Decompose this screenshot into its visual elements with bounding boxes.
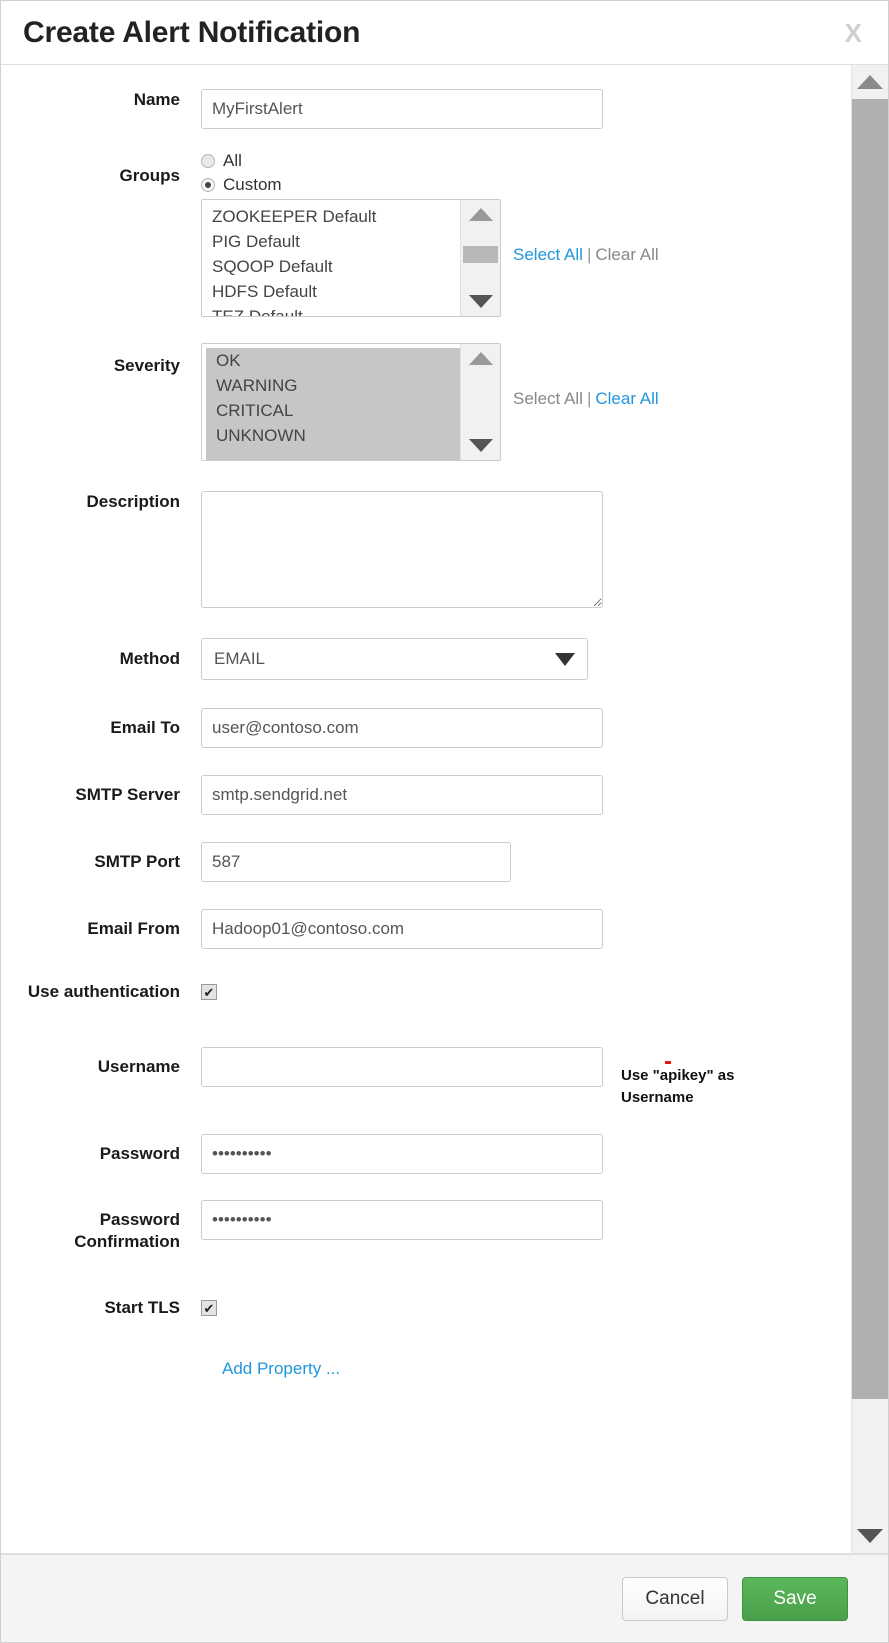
severity-listbox[interactable]: OK WARNING CRITICAL UNKNOWN: [201, 343, 501, 461]
field-row-email-to: Email To: [1, 708, 851, 748]
field-row-description: Description: [1, 491, 851, 608]
list-item[interactable]: ZOOKEEPER Default: [202, 204, 460, 229]
name-input[interactable]: [201, 89, 603, 129]
cancel-button[interactable]: Cancel: [622, 1577, 728, 1621]
password-confirmation-input[interactable]: [201, 1200, 603, 1240]
radio-groups-all[interactable]: All: [201, 151, 242, 171]
list-item[interactable]: CRITICAL: [206, 398, 460, 423]
field-row-use-authentication: Use authentication ✔: [1, 981, 851, 1003]
field-row-email-from: Email From: [1, 909, 851, 949]
scroll-up-arrow-icon[interactable]: [469, 208, 493, 221]
username-input[interactable]: [201, 1047, 603, 1087]
scroll-down-arrow-icon[interactable]: [469, 439, 493, 452]
field-row-username: Username Use "apikey" as Username: [1, 1047, 851, 1109]
method-selected-value: EMAIL: [214, 649, 265, 669]
label-email-to: Email To: [1, 708, 201, 739]
annotation-marker-icon: [665, 1061, 671, 1064]
smtp-port-input[interactable]: [201, 842, 511, 882]
severity-select-clear: Select All|Clear All: [513, 343, 659, 409]
groups-list-scrollbar[interactable]: [460, 200, 500, 316]
field-row-method: Method EMAIL: [1, 638, 851, 680]
password-input[interactable]: [201, 1134, 603, 1174]
email-from-input[interactable]: [201, 909, 603, 949]
username-annotation: Use "apikey" as Username: [621, 1047, 771, 1109]
field-row-start-tls: Start TLS ✔: [1, 1297, 851, 1319]
chevron-down-icon[interactable]: [555, 653, 575, 666]
scroll-down-arrow-icon[interactable]: [469, 295, 493, 308]
close-icon[interactable]: X: [841, 20, 866, 46]
radio-groups-custom[interactable]: Custom: [201, 175, 282, 195]
field-row-smtp-port: SMTP Port: [1, 842, 851, 882]
radio-all-label: All: [223, 151, 242, 171]
label-groups: Groups: [1, 151, 201, 187]
field-row-severity: Severity OK WARNING CRITICAL UNKNOWN: [1, 343, 851, 461]
scroll-thumb[interactable]: [463, 246, 498, 263]
groups-link-separator: |: [587, 245, 591, 264]
label-smtp-server: SMTP Server: [1, 775, 201, 806]
groups-select-clear: Select All|Clear All: [513, 199, 659, 265]
scroll-thumb[interactable]: [852, 99, 888, 1399]
scroll-up-button[interactable]: [852, 65, 888, 99]
radio-custom-icon[interactable]: [201, 178, 215, 192]
list-item[interactable]: SQOOP Default: [202, 254, 460, 279]
severity-list-items: OK WARNING CRITICAL UNKNOWN: [206, 348, 460, 460]
severity-clear-all-link[interactable]: Clear All: [595, 389, 658, 408]
dialog-footer: Cancel Save: [1, 1554, 888, 1642]
dialog-title: Create Alert Notification: [23, 18, 841, 48]
start-tls-checkbox[interactable]: ✔: [201, 1300, 217, 1316]
create-alert-notification-dialog: Create Alert Notification X Name Groups …: [0, 0, 889, 1643]
groups-select-all-link[interactable]: Select All: [513, 245, 583, 264]
label-smtp-port: SMTP Port: [1, 842, 201, 873]
add-property-link[interactable]: Add Property ...: [222, 1359, 340, 1379]
label-email-from: Email From: [1, 909, 201, 940]
scroll-down-arrow-icon: [857, 1529, 883, 1543]
radio-all-icon[interactable]: [201, 154, 215, 168]
label-method: Method: [1, 638, 201, 670]
list-item[interactable]: TEZ Default: [202, 304, 460, 316]
save-button[interactable]: Save: [742, 1577, 848, 1621]
label-username: Username: [1, 1047, 201, 1078]
list-item[interactable]: OK: [206, 348, 460, 373]
label-name: Name: [1, 89, 201, 111]
method-select[interactable]: EMAIL: [201, 638, 588, 680]
description-textarea[interactable]: [201, 491, 603, 608]
dialog-vertical-scrollbar[interactable]: [851, 65, 888, 1553]
severity-select-all-link[interactable]: Select All: [513, 389, 583, 408]
scroll-up-arrow-icon[interactable]: [469, 352, 493, 365]
list-item[interactable]: HDFS Default: [202, 279, 460, 304]
groups-listbox[interactable]: ZOOKEEPER Default PIG Default SQOOP Defa…: [201, 199, 501, 317]
severity-list-scrollbar[interactable]: [460, 344, 500, 460]
label-start-tls: Start TLS: [1, 1297, 201, 1319]
field-row-password: Password: [1, 1134, 851, 1174]
field-row-smtp-server: SMTP Server: [1, 775, 851, 815]
groups-clear-all-link[interactable]: Clear All: [595, 245, 658, 264]
field-row-name: Name: [1, 89, 851, 129]
smtp-server-input[interactable]: [201, 775, 603, 815]
field-row-password-confirmation: Password Confirmation: [1, 1200, 851, 1253]
groups-list-items: ZOOKEEPER Default PIG Default SQOOP Defa…: [202, 200, 460, 316]
field-row-groups: Groups All Custom ZOOKEEPER Default: [1, 151, 851, 317]
severity-link-separator: |: [587, 389, 591, 408]
list-item[interactable]: PIG Default: [202, 229, 460, 254]
use-authentication-checkbox[interactable]: ✔: [201, 984, 217, 1000]
dialog-body-wrap: Name Groups All Custom: [1, 65, 888, 1554]
dialog-body: Name Groups All Custom: [1, 65, 851, 1553]
scroll-down-button[interactable]: [852, 1519, 888, 1553]
label-description: Description: [1, 491, 201, 513]
radio-custom-label: Custom: [223, 175, 282, 195]
dialog-header: Create Alert Notification X: [1, 1, 888, 65]
username-annotation-text: Use "apikey" as Username: [621, 1067, 734, 1106]
list-item[interactable]: WARNING: [206, 373, 460, 398]
add-property-row: Add Property ...: [1, 1353, 851, 1379]
scroll-up-arrow-icon: [857, 75, 883, 89]
list-item[interactable]: UNKNOWN: [206, 423, 460, 448]
email-to-input[interactable]: [201, 708, 603, 748]
label-use-authentication: Use authentication: [1, 981, 201, 1003]
scroll-track[interactable]: [852, 99, 888, 1519]
label-password-confirmation: Password Confirmation: [1, 1200, 201, 1253]
label-password: Password: [1, 1134, 201, 1165]
label-severity: Severity: [1, 343, 201, 377]
